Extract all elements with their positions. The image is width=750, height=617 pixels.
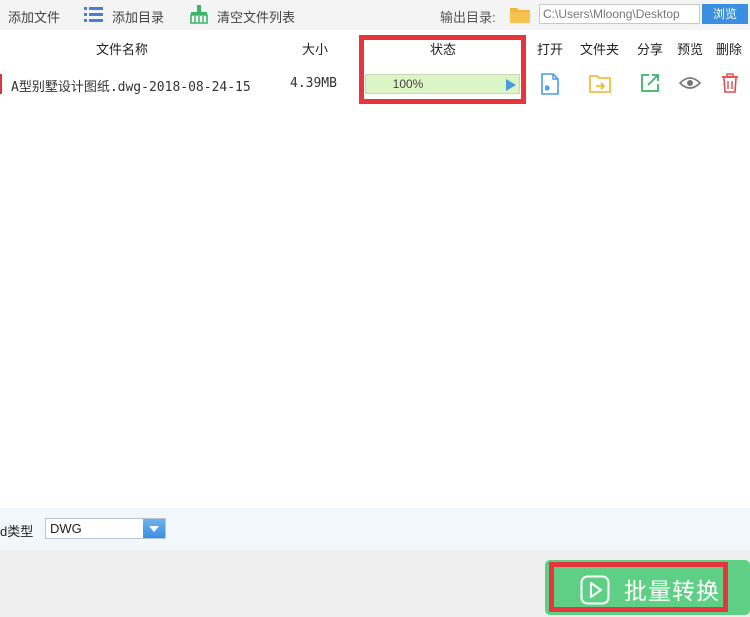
broom-icon: [189, 4, 209, 27]
output-dir-label: 输出目录:: [440, 10, 496, 25]
app-window: 添加文件 添加目录 清空文件列表 输出目录: C:\Users\Mloong\D…: [0, 0, 750, 617]
folder-arrow-icon[interactable]: [589, 73, 611, 95]
header-open: 打开: [537, 42, 564, 57]
format-select[interactable]: DWG: [45, 518, 166, 539]
file-open-icon[interactable]: [540, 73, 562, 95]
clear-list-label: 清空文件列表: [217, 10, 296, 25]
batch-convert-label: 批量转换: [624, 578, 720, 604]
file-size: 4.39MB: [290, 76, 337, 91]
list-icon: [84, 5, 104, 26]
output-dir-input[interactable]: C:\Users\Mloong\Desktop: [539, 4, 700, 24]
toolbar: 添加文件 添加目录 清空文件列表 输出目录: C:\Users\Mloong\D…: [0, 0, 750, 30]
header-size: 大小: [302, 42, 329, 57]
folder-icon[interactable]: [510, 6, 530, 26]
header-name: 文件名称: [96, 42, 149, 57]
table-row[interactable]: A型别墅设计图纸.dwg-2018-08-24-15 4.39MB 100%: [0, 64, 750, 104]
add-file-button[interactable]: 添加文件: [8, 7, 60, 26]
header-share: 分享: [637, 42, 664, 57]
trash-icon[interactable]: [721, 73, 743, 95]
browse-button[interactable]: 浏览: [702, 4, 748, 24]
play-icon[interactable]: [506, 79, 516, 91]
row-marker: [0, 74, 2, 94]
format-bar: d类型 DWG: [0, 508, 750, 550]
share-icon[interactable]: [640, 73, 662, 95]
header-folder: 文件夹: [580, 42, 620, 57]
header-delete: 删除: [716, 42, 743, 57]
chevron-down-icon[interactable]: [143, 519, 165, 538]
eye-icon[interactable]: [678, 75, 702, 97]
add-directory-label: 添加目录: [112, 9, 165, 25]
format-value: DWG: [50, 521, 82, 536]
add-directory-button[interactable]: 添加目录: [84, 5, 164, 26]
clear-list-button[interactable]: 清空文件列表: [189, 4, 295, 27]
add-file-label: 添加文件: [8, 10, 61, 25]
file-name: A型别墅设计图纸.dwg-2018-08-24-15: [11, 80, 251, 95]
header-status: 状态: [430, 42, 457, 57]
progress-text: 100%: [392, 77, 424, 91]
progress-bar: 100%: [365, 74, 520, 94]
header-preview: 预览: [677, 42, 704, 57]
format-label: d类型: [0, 524, 34, 539]
play-icon: [580, 575, 610, 610]
table-header: 文件名称 大小 状态 打开 文件夹 分享 预览 删除: [0, 30, 750, 64]
